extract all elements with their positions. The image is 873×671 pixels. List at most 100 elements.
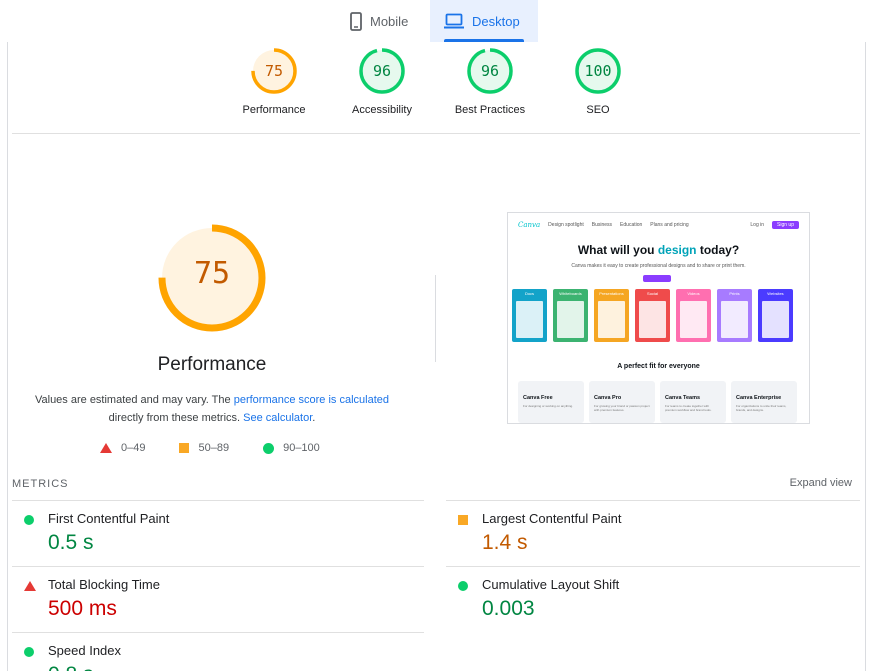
thumb-card: Videos — [676, 289, 711, 342]
circle-icon — [263, 442, 275, 454]
square-icon — [179, 443, 190, 453]
score-calculated-link[interactable]: performance score is calculated — [234, 394, 389, 406]
gauge-ring: 96 — [467, 48, 513, 94]
thumb-plan-desc: For designing or working on anything. — [523, 404, 574, 408]
metric-value: 500 ms — [48, 597, 117, 620]
thumb-cta — [643, 275, 671, 282]
metric-value: 0.8 s — [48, 663, 94, 671]
performance-title: Performance — [157, 354, 267, 375]
performance-gauge: 75 — [158, 224, 266, 332]
thumb-card-art — [762, 301, 789, 338]
metric-row[interactable]: Largest Contentful Paint 1.4 s — [446, 500, 860, 566]
performance-description: Values are estimated and may vary. The p… — [20, 391, 404, 427]
thumb-plan-name: Canva Pro — [594, 395, 622, 401]
thumb-card-art — [721, 301, 748, 338]
metric-name: Speed Index — [48, 643, 122, 658]
legend-good-label: 90–100 — [283, 442, 320, 454]
thumb-nav-item: Plans and pricing — [650, 222, 689, 228]
thumb-plan-name: Canva Enterprise — [736, 395, 782, 401]
thumb-card-label: Prints — [729, 291, 740, 296]
thumb-card-art — [680, 301, 707, 338]
thumb-plan-desc: For organizations to unite their teams, … — [736, 404, 787, 412]
circle-icon — [24, 647, 34, 657]
gauge-label: Accessibility — [352, 104, 412, 116]
score-gauge[interactable]: 100 SEO — [548, 48, 648, 116]
tab-mobile[interactable]: Mobile — [340, 0, 430, 42]
performance-score: 75 — [193, 256, 231, 291]
canva-logo: Canva — [518, 221, 541, 229]
expand-view-button[interactable]: Expand view — [790, 477, 852, 489]
tab-desktop[interactable]: Desktop — [430, 0, 538, 42]
thumb-card-art — [516, 301, 543, 338]
score-gauge[interactable]: 75 Performance — [224, 48, 324, 116]
laptop-icon — [444, 13, 464, 29]
thumb-card-label: Social — [647, 291, 658, 296]
metric-row[interactable]: Total Blocking Time 500 ms — [12, 566, 424, 632]
thumb-plans: Canva Free For designing or working on an… — [518, 381, 797, 423]
headline-highlight: design — [657, 243, 697, 257]
thumb-card-label: Whiteboards — [559, 291, 582, 296]
thumb-nav-item: Education — [620, 222, 643, 228]
metric-value: 1.4 s — [482, 531, 528, 554]
thumb-login: Log in — [750, 222, 765, 228]
thumb-card: Docs — [512, 289, 547, 342]
thumb-card: Whiteboards — [553, 289, 588, 342]
thumb-plan-name: Canva Teams — [665, 395, 701, 401]
metric-name: Total Blocking Time — [48, 577, 160, 592]
tab-mobile-label: Mobile — [370, 13, 409, 29]
thumb-subtitle: Canva makes it easy to create profession… — [571, 263, 746, 269]
thumb-nav: Canva Design spotlight Business Educatio… — [518, 219, 799, 231]
thumb-card: Prints — [717, 289, 752, 342]
phone-icon — [350, 11, 362, 31]
headline-pre: What will you — [577, 243, 658, 257]
legend-good: 90–100 — [263, 442, 320, 454]
legend-poor: 0–49 — [100, 442, 145, 454]
thumb-signup-button: Sign up — [772, 221, 799, 229]
square-icon — [458, 515, 468, 525]
metric-row[interactable]: Speed Index 0.8 s — [12, 632, 424, 671]
metric-name: Cumulative Layout Shift — [482, 577, 620, 592]
score-gauge[interactable]: 96 Accessibility — [332, 48, 432, 116]
thumb-card-art — [598, 301, 625, 338]
thumb-card: Presentations — [594, 289, 629, 342]
metric-name: First Contentful Paint — [48, 511, 170, 526]
headline-post: today? — [696, 243, 740, 257]
metric-row[interactable]: Cumulative Layout Shift 0.003 — [446, 566, 860, 632]
thumb-nav-item: Design spotlight — [548, 222, 584, 228]
triangle-icon — [100, 443, 112, 453]
thumb-card: Websites — [758, 289, 793, 342]
tab-desktop-label: Desktop — [472, 13, 520, 29]
metric-name: Largest Contentful Paint — [482, 511, 622, 526]
triangle-icon — [24, 581, 36, 591]
see-calculator-link[interactable]: See calculator — [243, 412, 312, 424]
thumb-card-art — [639, 301, 666, 338]
metrics-header: METRICS — [12, 478, 69, 490]
thumb-section-title: A perfect fit for everyone — [617, 363, 700, 370]
score-gauge[interactable]: 96 Best Practices — [440, 48, 540, 116]
gauge-ring: 100 — [575, 48, 621, 94]
thumb-plan-desc: For teams to create together with premiu… — [665, 404, 712, 412]
thumb-plan-name: Canva Free — [523, 395, 553, 401]
device-tabbar: Mobile Desktop — [0, 0, 873, 42]
thumb-headline: What will you design today? — [508, 243, 809, 257]
gauge-label: SEO — [586, 104, 610, 116]
thumb-plan-card: Canva Enterprise For organizations to uni… — [731, 381, 797, 423]
metric-row[interactable]: First Contentful Paint 0.5 s — [12, 500, 424, 566]
divider — [12, 133, 860, 134]
thumb-card-label: Videos — [687, 291, 700, 296]
thumb-card-label: Docs — [524, 291, 535, 296]
desc-text-3: . — [312, 412, 316, 424]
gauge-label: Performance — [242, 104, 306, 116]
desc-text-2: directly from these metrics. — [108, 412, 244, 424]
thumb-plan-desc: For growing your brand or passion projec… — [594, 404, 650, 412]
pagespeed-report: Mobile Desktop 75 Performance 96 Accessibil… — [0, 0, 873, 671]
gauge-ring: 96 — [359, 48, 405, 94]
thumb-cards: Docs Whiteboards Presentations Social Videos… — [512, 289, 793, 342]
thumb-nav-item: Business — [591, 222, 613, 228]
gauge-label: Best Practices — [454, 104, 526, 116]
thumb-card-label: Presentations — [599, 291, 624, 296]
thumb-plan-card: Canva Teams For teams to create together … — [660, 381, 726, 423]
desc-text-1: Values are estimated and may vary. The — [34, 394, 234, 406]
circle-icon — [458, 581, 468, 591]
thumb-card-label: Websites — [767, 291, 784, 296]
